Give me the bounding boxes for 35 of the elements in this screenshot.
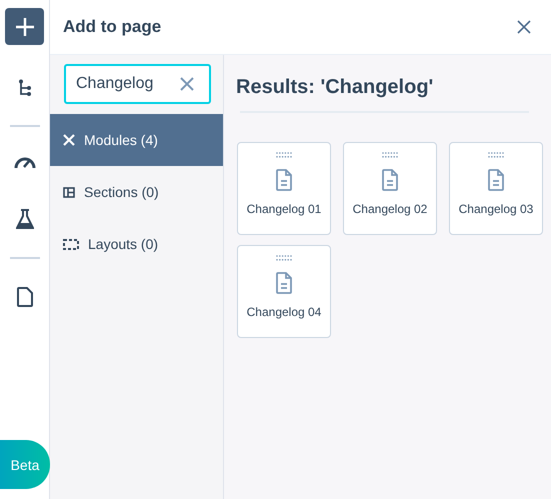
module-label: Changelog 03 xyxy=(458,202,534,216)
tree-icon[interactable] xyxy=(18,79,32,97)
document-icon[interactable] xyxy=(16,287,32,307)
category-label: Modules (4) xyxy=(84,132,158,148)
section-icon xyxy=(63,186,75,198)
category-item[interactable]: Sections (0) xyxy=(50,166,223,218)
results-heading: Results: 'Changelog' xyxy=(236,76,434,99)
flask-icon[interactable] xyxy=(16,209,34,229)
module-label: Changelog 02 xyxy=(352,202,428,216)
drag-handle-icon[interactable] xyxy=(382,152,398,158)
search-field[interactable]: Changelog xyxy=(64,64,211,104)
module-label: Changelog 04 xyxy=(246,305,322,319)
document-icon xyxy=(276,272,292,294)
add-button[interactable] xyxy=(5,8,44,45)
category-item[interactable]: Layouts (0) xyxy=(50,218,223,270)
document-icon xyxy=(276,169,292,191)
category-label: Sections (0) xyxy=(84,184,159,200)
close-icon[interactable] xyxy=(517,20,531,34)
module-card[interactable]: Changelog 04 xyxy=(237,245,331,338)
drag-handle-icon[interactable] xyxy=(276,152,292,158)
category-item[interactable]: Modules (4) xyxy=(50,114,223,166)
speedometer-icon[interactable] xyxy=(14,155,36,169)
module-card[interactable]: Changelog 02 xyxy=(343,142,437,235)
layout-icon xyxy=(63,238,79,250)
drag-handle-icon[interactable] xyxy=(488,152,504,158)
plus-icon xyxy=(14,16,34,36)
module-label: Changelog 01 xyxy=(246,202,322,216)
panel-title: Add to page xyxy=(63,17,162,37)
module-card[interactable]: Changelog 01 xyxy=(237,142,331,235)
module-card[interactable]: Changelog 03 xyxy=(449,142,543,235)
document-icon xyxy=(488,169,504,191)
category-label: Layouts (0) xyxy=(88,236,158,252)
clear-icon[interactable] xyxy=(180,77,194,91)
document-icon xyxy=(382,169,398,191)
drag-handle-icon[interactable] xyxy=(276,255,292,261)
